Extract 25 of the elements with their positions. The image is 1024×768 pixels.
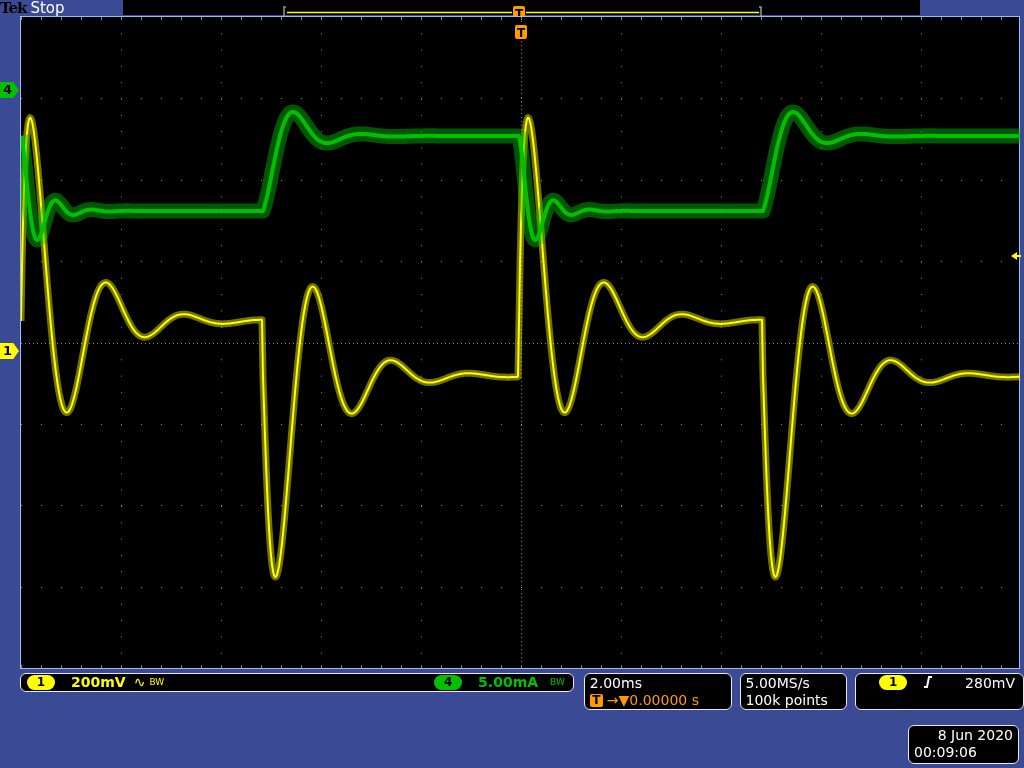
trigger-marker: T — [589, 694, 603, 707]
sample-rate: 5.00MS/s — [745, 675, 811, 692]
time-label: 00:09:06 — [914, 744, 978, 761]
bandwidth-limit-label: BW — [149, 678, 165, 687]
channel-badge: 4 — [434, 675, 463, 690]
rising-edge-icon — [923, 675, 934, 689]
trigger-delay: →▼0.00000 s — [606, 692, 699, 709]
channel-marker[interactable]: 4 — [0, 82, 19, 98]
coupling-symbol: ∿ — [133, 674, 146, 691]
horizontal-scale: 2.00ms — [589, 675, 643, 692]
channel-scale: 200mV — [71, 674, 126, 691]
trigger-level: 280mV — [965, 675, 1015, 692]
bandwidth-limit-label: BW — [550, 678, 565, 687]
date-label: 8 Jun 2020 — [936, 727, 1013, 744]
brand-logo: Tek — [0, 0, 27, 16]
window-bracket-icon — [758, 6, 762, 19]
channel-badge: 1 — [27, 675, 55, 690]
window-bracket-icon — [283, 6, 287, 19]
channel-marker[interactable]: 1 — [0, 343, 19, 359]
trigger-marker: T — [515, 25, 527, 40]
trigger-source-badge: 1 — [879, 675, 908, 690]
trigger-level-icon — [1011, 252, 1021, 260]
record-length: 100k points — [745, 692, 829, 709]
channel-scale: 5.00mA — [478, 674, 539, 691]
acquisition-state: Stop — [30, 0, 65, 16]
